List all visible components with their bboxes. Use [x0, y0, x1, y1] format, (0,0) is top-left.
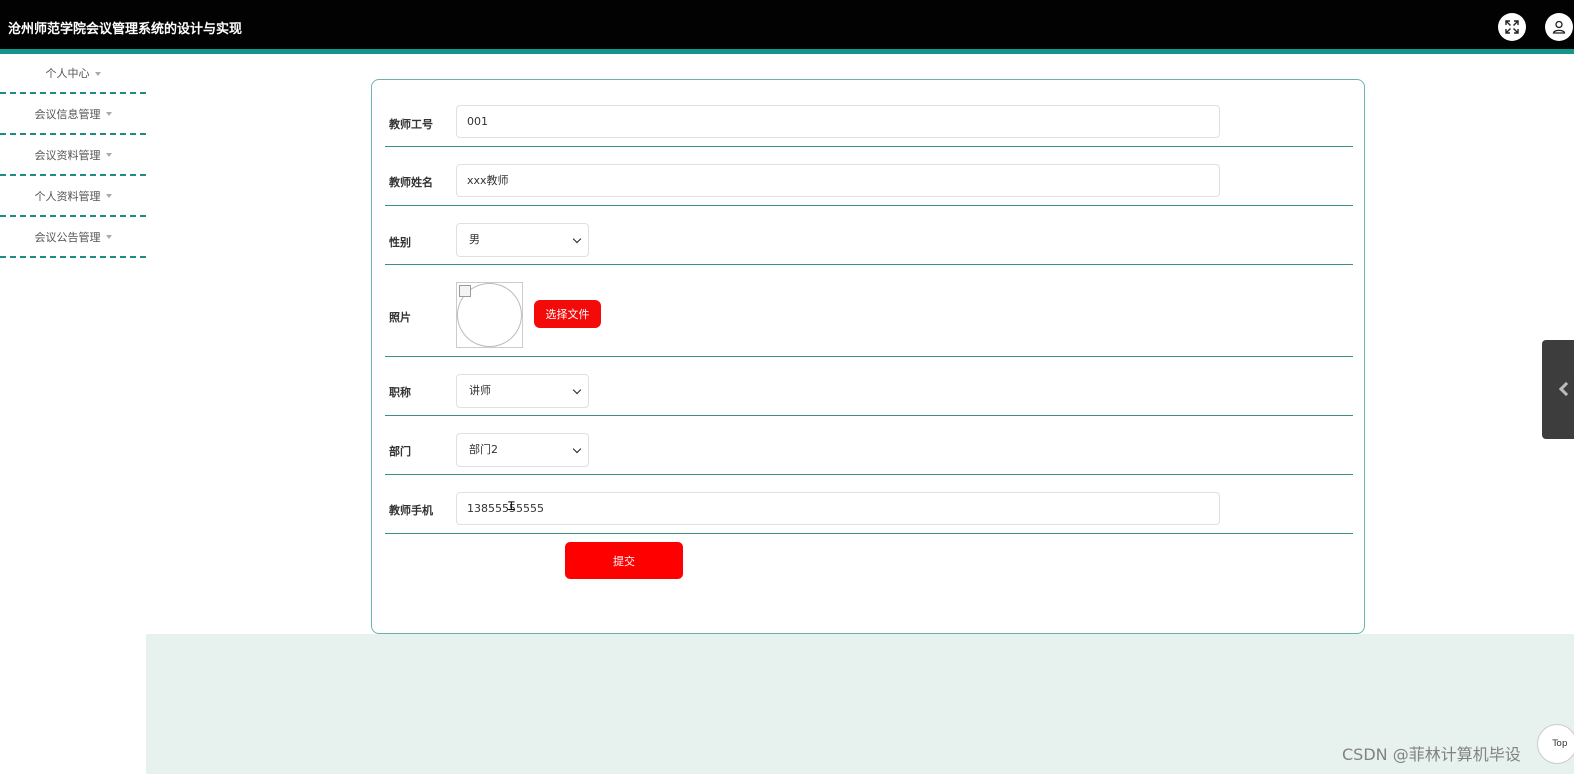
sidebar-item-label: 个人中心 [45, 67, 90, 80]
gender-select[interactable]: 男 [456, 223, 589, 257]
fullscreen-button[interactable] [1498, 13, 1526, 41]
gender-selected-value: 男 [469, 233, 480, 246]
title-selected-value: 讲师 [469, 384, 491, 397]
profile-form-card: 教师工号 001 教师姓名 xxx教师 性别 男 照片 选择文件 职称 讲师 部… [371, 79, 1365, 634]
form-row-title: 职称 讲师 [385, 357, 1353, 416]
teacher-name-label: 教师姓名 [389, 176, 433, 189]
teacher-name-input[interactable]: xxx教师 [456, 164, 1220, 197]
title-label: 职称 [389, 386, 411, 399]
sidebar-item-label: 会议公告管理 [34, 230, 101, 244]
phone-input[interactable]: 13855555555 [456, 492, 1220, 525]
gender-label: 性别 [389, 236, 411, 249]
choose-file-button[interactable]: 选择文件 [534, 300, 601, 328]
broken-image-icon [459, 285, 471, 297]
system-title: 沧州师范学院会议管理系统的设计与实现 [8, 22, 243, 37]
user-button[interactable] [1545, 13, 1573, 41]
teacher-id-label: 教师工号 [389, 118, 433, 131]
sidebar-item-personal-center[interactable]: 个人中心 [0, 54, 146, 94]
submit-button[interactable]: 提交 [565, 542, 683, 579]
sidebar-item-label: 会议资料管理 [34, 148, 101, 162]
watermark-text: CSDN @菲林计算机毕设 [1342, 745, 1521, 764]
chevron-down-icon [572, 234, 582, 244]
photo-preview [456, 282, 523, 348]
back-to-top-label: Top [1552, 739, 1568, 749]
form-row-teacher-name: 教师姓名 xxx教师 [385, 147, 1353, 206]
photo-label: 照片 [389, 311, 411, 324]
sidebar-item-label: 个人资料管理 [34, 189, 101, 203]
teacher-id-input[interactable]: 001 [456, 105, 1220, 138]
department-selected-value: 部门2 [469, 443, 498, 456]
form-row-teacher-id: 教师工号 001 [385, 80, 1353, 147]
chevron-left-icon [1558, 381, 1574, 397]
caret-down-icon [105, 235, 112, 239]
form-row-department: 部门 部门2 [385, 416, 1353, 475]
title-select[interactable]: 讲师 [456, 374, 589, 408]
sidebar-item-meeting-notices[interactable]: 会议公告管理 [0, 217, 146, 258]
sidebar-item-personal-profile[interactable]: 个人资料管理 [0, 176, 146, 217]
user-icon [1552, 20, 1566, 34]
caret-down-icon [105, 153, 112, 157]
sidebar-menu: 个人中心 会议信息管理 会议资料管理 个人资料管理 会议公告管理 [0, 54, 146, 258]
chevron-down-icon [572, 385, 582, 395]
sidebar-item-label: 会议信息管理 [34, 107, 101, 121]
form-row-gender: 性别 男 [385, 206, 1353, 265]
caret-down-icon [105, 112, 112, 116]
caret-down-icon [105, 194, 112, 198]
text-cursor-icon: Ɪ [508, 499, 515, 513]
top-header: 沧州师范学院会议管理系统的设计与实现 [0, 0, 1574, 54]
department-label: 部门 [389, 445, 411, 458]
sidebar-item-meeting-materials[interactable]: 会议资料管理 [0, 135, 146, 176]
side-panel-toggle[interactable] [1542, 340, 1574, 439]
department-select[interactable]: 部门2 [456, 433, 589, 467]
form-row-photo: 照片 选择文件 [385, 265, 1353, 357]
sidebar-item-meeting-info[interactable]: 会议信息管理 [0, 94, 146, 135]
form-row-phone: 教师手机 13855555555 [385, 475, 1353, 534]
caret-down-icon [94, 71, 101, 76]
fullscreen-icon [1505, 20, 1519, 34]
back-to-top-button[interactable]: Top [1537, 724, 1574, 764]
phone-label: 教师手机 [389, 504, 433, 517]
chevron-down-icon [572, 444, 582, 454]
